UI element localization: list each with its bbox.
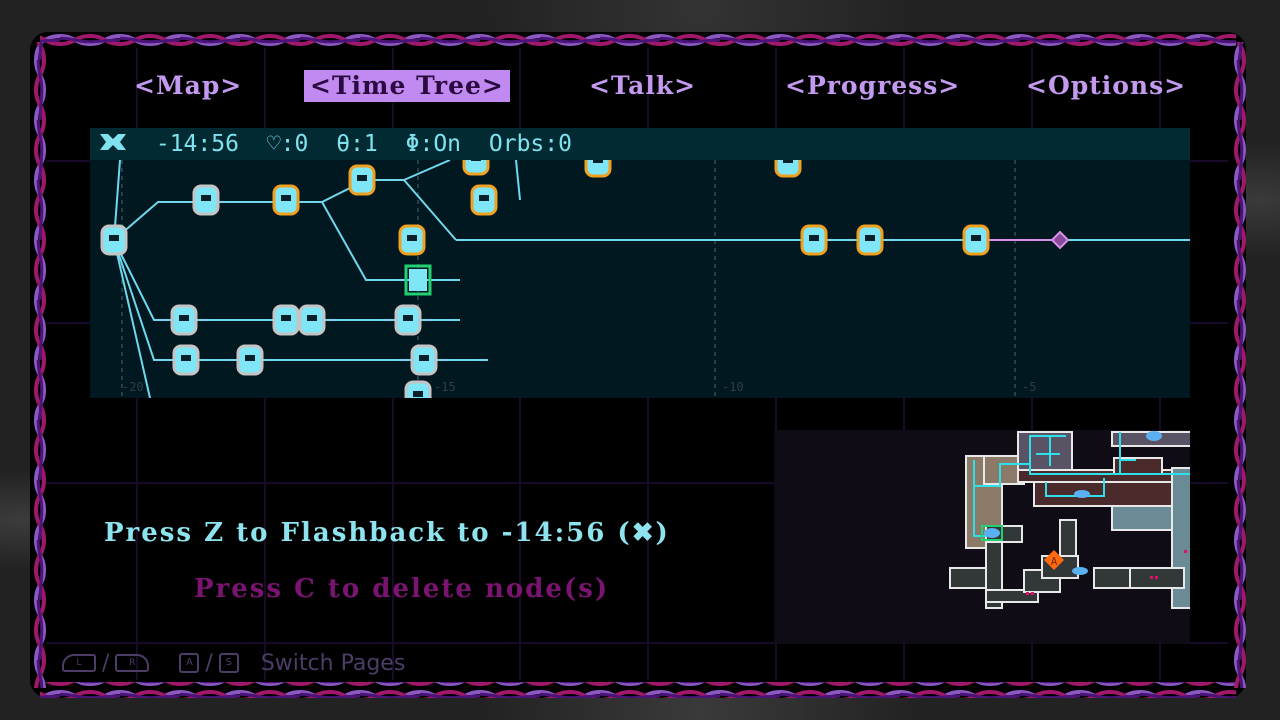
tab-time-tree[interactable]: <Time Tree>	[304, 70, 510, 102]
node-icon[interactable]	[109, 235, 119, 241]
node-icon[interactable]	[403, 315, 413, 321]
s-key-icon: S	[218, 653, 239, 673]
controls-hint: L / R A / S Switch Pages	[62, 650, 405, 676]
a-key-icon: A	[179, 653, 200, 673]
node-icon[interactable]	[281, 195, 291, 201]
node-icon[interactable]	[865, 235, 875, 241]
tab-options[interactable]: <Options>	[1020, 70, 1192, 102]
save-point-icon	[1074, 490, 1090, 498]
tab-talk[interactable]: <Talk>	[583, 70, 702, 102]
node-icon[interactable]	[307, 315, 317, 321]
node-icon[interactable]	[201, 195, 211, 201]
node-icon[interactable]	[809, 235, 819, 241]
present-marker-icon	[1050, 230, 1070, 250]
flashback-prompt: Press Z to Flashback to -14:56 (✖)	[104, 518, 670, 548]
status-bar: -14:56 ♡:0 θ:1 Φ:On Orbs:0	[90, 128, 1190, 160]
node-icon[interactable]	[357, 175, 367, 181]
tree-edge	[113, 239, 488, 361]
node-icon[interactable]	[479, 195, 489, 201]
hearts-count: ♡:0	[266, 131, 309, 157]
time-tree-canvas	[100, 160, 1190, 398]
tree-edge	[515, 160, 521, 201]
time-readout: -14:56	[155, 131, 239, 157]
time-node[interactable]	[462, 160, 490, 176]
tab-map[interactable]: <Map>	[128, 70, 248, 102]
save-point-icon	[1072, 567, 1088, 575]
node-icon[interactable]	[407, 235, 417, 241]
orbs-count: Orbs:0	[488, 131, 572, 157]
node-icon[interactable]	[181, 355, 191, 361]
axis-label: -20	[122, 380, 144, 394]
separator: /	[102, 650, 110, 676]
page-tabs: <Map> <Time Tree> <Talk> <Progress> <Opt…	[46, 70, 1228, 104]
node-icon[interactable]	[281, 315, 291, 321]
node-icon[interactable]	[471, 160, 481, 161]
delete-prompt: Press C to delete node(s)	[194, 574, 610, 604]
minimap-rooms: A	[949, 431, 1190, 609]
r-button-icon: R	[115, 654, 150, 672]
tree-edge	[403, 160, 451, 181]
minimap: A	[774, 430, 1190, 644]
objective-marker-label: A	[1051, 555, 1058, 568]
menu-panel: <Map> <Time Tree> <Talk> <Progress> <Opt…	[46, 48, 1228, 680]
node-icon[interactable]	[593, 160, 603, 163]
l-button-icon: L	[62, 654, 96, 672]
tab-progress[interactable]: <Progress>	[779, 70, 966, 102]
node-icon[interactable]	[413, 391, 423, 397]
time-node[interactable]	[409, 269, 427, 291]
tree-edge	[321, 201, 460, 281]
phi-status: Φ:On	[405, 131, 462, 157]
axis-label: -15	[434, 380, 456, 394]
save-point-icon	[984, 528, 1000, 538]
axis-label: -10	[722, 380, 744, 394]
keys-count: θ:1	[336, 131, 378, 157]
flashback-icon	[98, 129, 128, 161]
axis-label: -5	[1022, 380, 1037, 394]
node-icon[interactable]	[971, 235, 981, 241]
time-tree-graph[interactable]: -20 -15 -10 -5	[90, 160, 1190, 398]
tree-edge	[113, 239, 151, 398]
node-icon[interactable]	[245, 355, 255, 361]
tree-edge	[113, 201, 242, 241]
separator: /	[205, 650, 213, 676]
node-icon[interactable]	[419, 355, 429, 361]
switch-pages-label: Switch Pages	[260, 650, 406, 676]
node-icon[interactable]	[179, 315, 189, 321]
save-point-icon	[1146, 431, 1162, 441]
node-icon[interactable]	[783, 160, 793, 163]
